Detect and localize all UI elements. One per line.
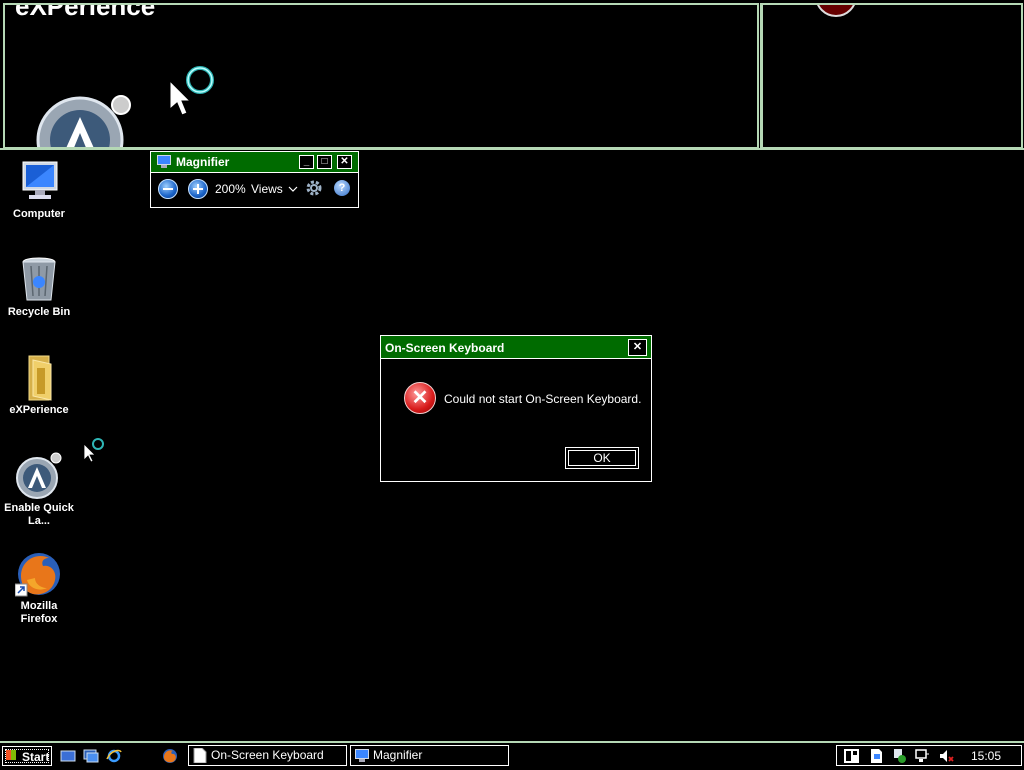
- magnified-text: eXPerience: [15, 3, 156, 21]
- views-label: Views: [251, 182, 283, 196]
- zoom-out-button[interactable]: [158, 179, 178, 199]
- document-icon: [193, 748, 207, 763]
- help-button[interactable]: ?: [334, 180, 350, 196]
- recycle-bin-icon: [22, 257, 56, 301]
- maximize-button[interactable]: □: [317, 155, 332, 169]
- minimize-button[interactable]: _: [299, 155, 314, 169]
- desktop-icon-mozilla-firefox[interactable]: Mozilla Firefox: [0, 550, 78, 626]
- desktop-icon-label: eXPerience: [9, 404, 69, 416]
- taskbar-button-label: Magnifier: [373, 748, 423, 762]
- magnified-pane-right: [760, 3, 1023, 149]
- dialog-title: On-Screen Keyboard: [385, 341, 505, 355]
- taskbar-button-on-screen-keyboard[interactable]: On-Screen Keyboard: [188, 745, 347, 766]
- aero-icon: [16, 452, 62, 499]
- magnifier-window[interactable]: Magnifier _ □ ✕ 200% Views ?: [150, 151, 359, 208]
- tray-security-icon[interactable]: [892, 749, 907, 763]
- magnified-red-icon: [817, 5, 855, 17]
- dialog-title-bar[interactable]: On-Screen Keyboard ✕: [381, 336, 651, 359]
- zoom-level: 200%: [215, 182, 246, 196]
- internet-explorer-icon[interactable]: [106, 748, 122, 764]
- firefox-icon: [14, 553, 60, 597]
- zoom-in-button[interactable]: [188, 179, 208, 199]
- desktop-icon-label: Mozilla Firefox: [20, 600, 58, 625]
- clock[interactable]: 15:05: [971, 749, 1001, 763]
- close-button[interactable]: ✕: [337, 155, 352, 169]
- start-button[interactable]: Start: [2, 746, 52, 766]
- desktop-icon-computer[interactable]: Computer: [0, 158, 78, 221]
- magnifier-app-icon: [157, 155, 171, 168]
- magnifier-title-bar[interactable]: Magnifier _ □ ✕: [151, 152, 358, 173]
- desktop-icon-label: Enable Quick La...: [4, 502, 74, 527]
- error-dialog[interactable]: On-Screen Keyboard ✕ ✕ Could not start O…: [380, 335, 652, 482]
- error-icon: ✕: [404, 382, 436, 414]
- ok-button-label: OK: [568, 450, 636, 466]
- computer-icon: [22, 161, 58, 199]
- desktop-icon-enable-quick-launch[interactable]: Enable Quick La...: [0, 452, 78, 528]
- switch-windows-icon[interactable]: [83, 748, 99, 764]
- desktop-icon-label: Recycle Bin: [7, 306, 71, 318]
- magnifier-toolbar: 200% Views ?: [151, 173, 358, 206]
- show-desktop-icon[interactable]: [60, 748, 76, 764]
- desktop-icon-label: Computer: [13, 208, 65, 220]
- desktop-icon-recycle-bin[interactable]: Recycle Bin: [0, 256, 78, 319]
- taskbar-button-label: On-Screen Keyboard: [211, 748, 324, 762]
- taskbar-button-magnifier[interactable]: Magnifier: [350, 745, 509, 766]
- magnified-pane: eXPerience: [3, 3, 759, 149]
- tray-network-icon[interactable]: [915, 749, 930, 763]
- folder-icon: [28, 355, 52, 401]
- tray-window-icon[interactable]: [844, 749, 859, 763]
- magnified-busy-ring-icon: [186, 66, 214, 94]
- taskbar: Start On-Screen Keyboard Magnifier 15:05: [0, 741, 1024, 770]
- system-tray: 15:05: [836, 745, 1022, 766]
- magnified-aero-icon: [36, 95, 131, 147]
- busy-cursor-icon: [83, 438, 104, 463]
- firefox-quicklaunch-icon[interactable]: [162, 748, 178, 764]
- tray-document-icon[interactable]: [869, 749, 884, 763]
- magnifier-icon: [355, 749, 369, 762]
- magnifier-dock-border: [0, 148, 1024, 150]
- views-dropdown[interactable]: Views: [251, 182, 298, 196]
- magnifier-title: Magnifier: [176, 155, 230, 169]
- ok-button[interactable]: OK: [565, 447, 639, 469]
- chevron-down-icon: [288, 186, 298, 192]
- dialog-close-button[interactable]: ✕: [628, 339, 647, 356]
- desktop-icon-experience-folder[interactable]: eXPerience: [0, 354, 78, 417]
- start-label: Start: [5, 749, 49, 764]
- gear-icon[interactable]: [305, 179, 323, 197]
- tray-volume-muted-icon[interactable]: [939, 749, 954, 763]
- magnifier-dock-view: eXPerience: [0, 0, 1024, 150]
- dialog-message: Could not start On-Screen Keyboard.: [444, 392, 642, 406]
